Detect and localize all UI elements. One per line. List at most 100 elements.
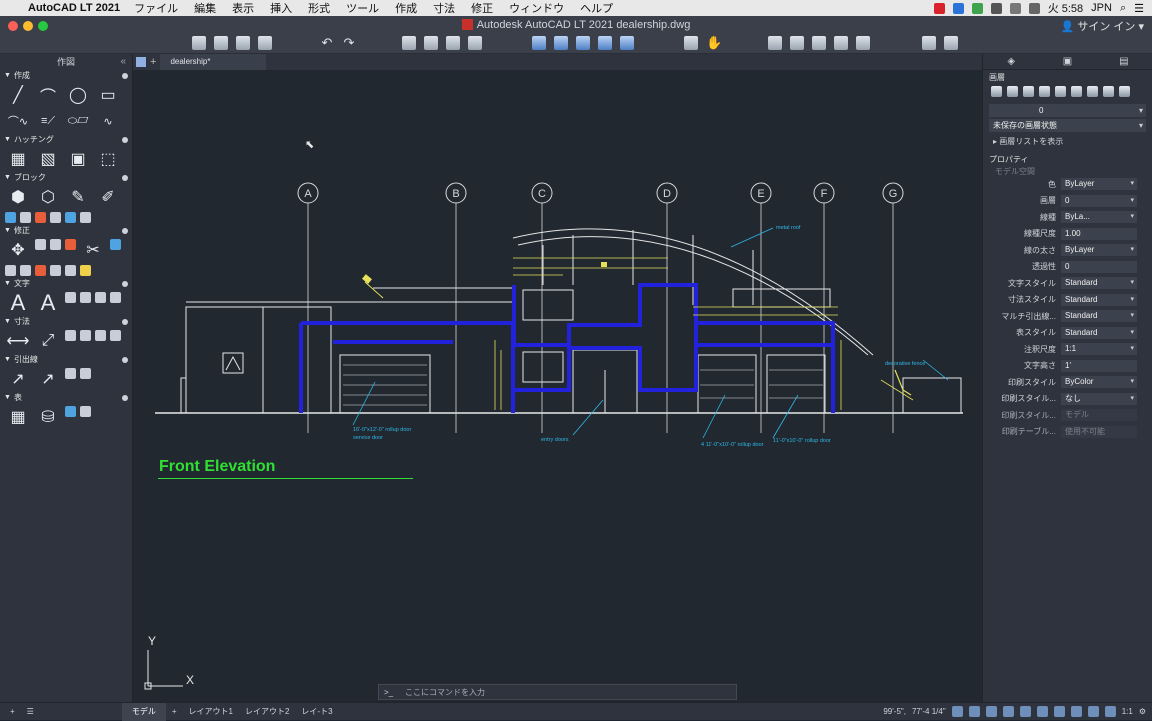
- polyline-icon[interactable]: ⌒: [35, 84, 61, 106]
- mirror-icon[interactable]: [5, 265, 16, 276]
- layer-icon-5[interactable]: [1055, 86, 1066, 97]
- add-layout-icon[interactable]: +: [166, 703, 183, 721]
- record-icon[interactable]: [933, 2, 945, 14]
- tab-layout2[interactable]: レイアウト2: [239, 703, 295, 721]
- section-leader[interactable]: ▼ 引出線: [0, 354, 132, 366]
- redo-icon[interactable]: ↷: [342, 36, 356, 50]
- screen-icon[interactable]: [952, 2, 964, 14]
- bluetooth-icon[interactable]: [990, 2, 1002, 14]
- show-layer-list[interactable]: ▸ 画層リストを表示: [983, 134, 1152, 146]
- section-block[interactable]: ▼ ブロック: [0, 172, 132, 184]
- dimension-small-icon-4[interactable]: [110, 330, 121, 341]
- layer-icon-6[interactable]: [1071, 86, 1082, 97]
- property-value[interactable]: ByLa... ▾: [1061, 211, 1137, 224]
- arc-icon[interactable]: ⌒∿: [5, 110, 31, 132]
- array-icon[interactable]: [110, 239, 121, 250]
- spline-icon[interactable]: ∿: [95, 110, 121, 132]
- tab-layers-icon[interactable]: ◈: [983, 54, 1039, 69]
- input-method[interactable]: JPN: [1091, 2, 1112, 14]
- wifi-icon[interactable]: [1028, 2, 1040, 14]
- snap-icon[interactable]: [968, 706, 980, 717]
- menu-draw[interactable]: 作成: [395, 0, 417, 16]
- menu-file[interactable]: ファイル: [134, 0, 178, 16]
- property-value[interactable]: ByLayer ▾: [1061, 244, 1137, 257]
- settings-gear-icon[interactable]: ⚙: [1139, 707, 1146, 716]
- menu-modify[interactable]: 修正: [471, 0, 493, 16]
- layer-icon-9[interactable]: [1119, 86, 1130, 97]
- block-attribute-icon[interactable]: ✐: [95, 186, 121, 208]
- property-value[interactable]: なし ▾: [1061, 392, 1137, 405]
- menu-edit[interactable]: 編集: [194, 0, 216, 16]
- linear-dimension-icon[interactable]: ⟷: [5, 330, 31, 352]
- view-icon-3[interactable]: [576, 36, 590, 50]
- property-value[interactable]: ByColor ▾: [1061, 376, 1137, 389]
- chevron-down-icon[interactable]: ▾: [1130, 277, 1134, 289]
- hatch-icon[interactable]: ▦: [5, 148, 31, 170]
- drawing-canvas[interactable]: A B C D E F G metal roof decorative fenc…: [133, 70, 982, 704]
- publish-icon[interactable]: [468, 36, 482, 50]
- chevron-down-icon[interactable]: ▾: [1130, 393, 1134, 405]
- open-file-icon[interactable]: [214, 36, 228, 50]
- layer-icon-1[interactable]: [991, 86, 1002, 97]
- tool-icon-3[interactable]: [812, 36, 826, 50]
- grid-icon[interactable]: [951, 706, 963, 717]
- view-icon-1[interactable]: [532, 36, 546, 50]
- view-icon-2[interactable]: [554, 36, 568, 50]
- fillet-icon[interactable]: [20, 265, 31, 276]
- tab-layout3[interactable]: レイ-ト3: [295, 703, 338, 721]
- tool-icon-5[interactable]: [856, 36, 870, 50]
- region-icon[interactable]: ⬚: [95, 148, 121, 170]
- chevron-down-icon[interactable]: ▾: [1130, 294, 1134, 306]
- app-menu[interactable]: AutoCAD LT 2021: [28, 2, 120, 14]
- block-small-icon-5[interactable]: [65, 212, 76, 223]
- section-modify[interactable]: ▼ 修正: [0, 225, 132, 237]
- chevron-down-icon[interactable]: ▾: [1130, 343, 1134, 355]
- block-small-icon-1[interactable]: [5, 212, 16, 223]
- copy-icon[interactable]: [35, 239, 46, 250]
- tab-dealership[interactable]: dealership*: [160, 54, 267, 70]
- section-create[interactable]: ▼ 作成: [0, 70, 132, 82]
- tool-icon-2[interactable]: [790, 36, 804, 50]
- edit-block-icon[interactable]: ✎: [65, 186, 91, 208]
- property-value[interactable]: 1.00: [1061, 227, 1137, 240]
- block-small-icon-3[interactable]: [35, 212, 46, 223]
- lineweight-icon[interactable]: [1053, 706, 1065, 717]
- osnap-icon[interactable]: [1019, 706, 1031, 717]
- property-value[interactable]: 0 ▾: [1061, 194, 1137, 207]
- layer-icon-4[interactable]: [1039, 86, 1050, 97]
- control-center-icon[interactable]: ☰: [1134, 2, 1144, 15]
- dtext-icon[interactable]: A: [35, 290, 61, 315]
- new-tab-icon[interactable]: +: [150, 56, 156, 68]
- property-value[interactable]: 1': [1061, 359, 1137, 372]
- chevron-down-icon[interactable]: ▾: [1130, 310, 1134, 322]
- aligned-dimension-icon[interactable]: ⤢: [35, 330, 61, 352]
- menu-dimension[interactable]: 寸法: [433, 0, 455, 16]
- chevron-down-icon[interactable]: ▾: [1130, 244, 1134, 256]
- table-small-icon-2[interactable]: [80, 406, 91, 417]
- extra-icon-2[interactable]: [944, 36, 958, 50]
- line-icon[interactable]: ╱: [5, 84, 31, 106]
- new-file-icon[interactable]: [192, 36, 206, 50]
- ortho-icon[interactable]: [985, 706, 997, 717]
- menu-format[interactable]: 形式: [308, 0, 330, 16]
- menu-window[interactable]: ウィンドウ: [509, 0, 564, 16]
- mtext-icon[interactable]: A: [5, 290, 31, 315]
- block-small-icon-6[interactable]: [80, 212, 91, 223]
- trim-icon[interactable]: ✂: [80, 239, 106, 261]
- table-small-icon-1[interactable]: [65, 406, 76, 417]
- chevron-down-icon[interactable]: ▾: [1130, 376, 1134, 388]
- property-value[interactable]: Standard ▾: [1061, 326, 1137, 339]
- dimension-small-icon-1[interactable]: [65, 330, 76, 341]
- property-value[interactable]: ByLayer ▾: [1061, 178, 1137, 191]
- chevron-down-icon[interactable]: ▾: [1130, 211, 1134, 223]
- create-block-icon[interactable]: ⬡: [35, 186, 61, 208]
- layer-icon-7[interactable]: [1087, 86, 1098, 97]
- menu-insert[interactable]: 挿入: [270, 0, 292, 16]
- find-text-icon[interactable]: [95, 292, 106, 303]
- dimension-small-icon-3[interactable]: [95, 330, 106, 341]
- pan-hand-icon[interactable]: ✋: [706, 36, 722, 50]
- extra-icon-1[interactable]: [922, 36, 936, 50]
- layer-icon-8[interactable]: [1103, 86, 1114, 97]
- match-properties-icon[interactable]: [80, 265, 91, 276]
- circle-icon[interactable]: ◯: [65, 84, 91, 106]
